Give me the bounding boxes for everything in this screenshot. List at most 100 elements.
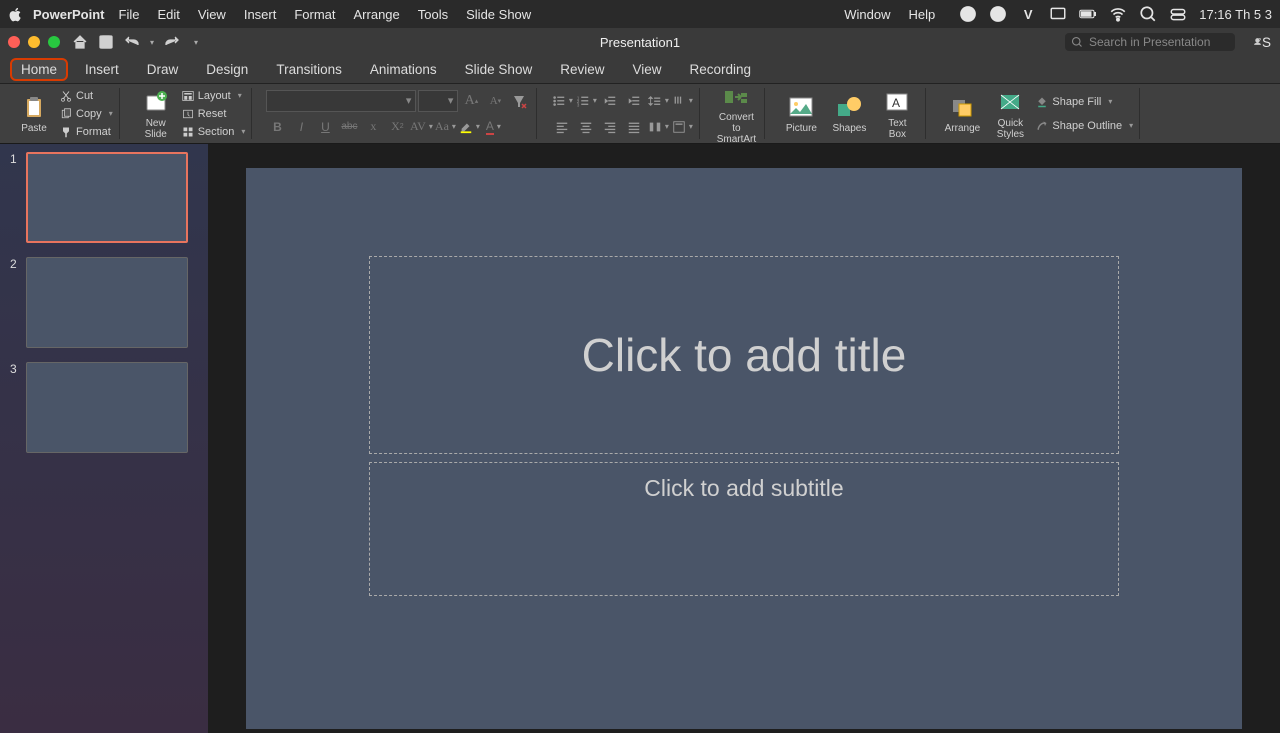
control-center-icon[interactable] [1169, 5, 1187, 23]
change-case-icon[interactable]: Aa [434, 116, 456, 138]
align-left-icon[interactable] [551, 116, 573, 138]
menu-help[interactable]: Help [908, 7, 935, 22]
menu-arrange[interactable]: Arrange [354, 7, 400, 22]
maximize-window-button[interactable] [48, 36, 60, 48]
quick-styles-button[interactable]: Quick Styles [988, 88, 1032, 140]
convert-smartart-button[interactable]: Convert to SmartArt [714, 82, 758, 145]
wifi-icon[interactable] [1109, 5, 1127, 23]
content-area: 1 2 3 Click to add title Click to add su… [0, 144, 1280, 733]
slide-thumb[interactable] [26, 257, 188, 348]
tab-slideshow[interactable]: Slide Show [454, 58, 544, 81]
increase-font-icon[interactable]: A▴ [460, 90, 482, 112]
thumbnail-3[interactable]: 3 [10, 362, 198, 453]
qat-customize-icon[interactable]: ▾ [194, 38, 198, 47]
copy-button[interactable]: Copy [60, 106, 113, 122]
tab-recording[interactable]: Recording [679, 58, 763, 81]
layout-button[interactable]: Layout [182, 88, 246, 104]
menubar-clock[interactable]: 17:16 Th 5 3 [1199, 7, 1272, 22]
font-size-dropdown[interactable]: ▾ [418, 90, 458, 112]
increase-indent-icon[interactable] [623, 90, 645, 112]
close-window-button[interactable] [8, 36, 20, 48]
format-painter-button[interactable]: Format [60, 124, 113, 140]
decrease-font-icon[interactable]: A▾ [484, 90, 506, 112]
app-name[interactable]: PowerPoint [33, 7, 105, 22]
subscript-icon[interactable]: X2 [386, 116, 408, 138]
thumbnail-1[interactable]: 1 [10, 152, 198, 243]
italic-icon[interactable]: I [290, 116, 312, 138]
tab-insert[interactable]: Insert [74, 58, 130, 81]
menu-window[interactable]: Window [844, 7, 890, 22]
search-icon[interactable] [1139, 5, 1157, 23]
menu-view[interactable]: View [198, 7, 226, 22]
paragraph-group: 123 [545, 88, 700, 139]
arrange-button[interactable]: Arrange [940, 93, 984, 134]
status-screen-icon[interactable] [1049, 5, 1067, 23]
menu-slideshow[interactable]: Slide Show [466, 7, 531, 22]
slide-thumb[interactable] [26, 362, 188, 453]
slide-thumbnail-pane[interactable]: 1 2 3 [0, 144, 208, 733]
clear-format2-icon[interactable]: x [362, 116, 384, 138]
apple-logo-icon[interactable] [8, 7, 23, 22]
clear-formatting-icon[interactable] [508, 90, 530, 112]
picture-button[interactable]: Picture [779, 93, 823, 134]
slide-canvas-area[interactable]: Click to add title Click to add subtitle [208, 144, 1280, 733]
align-text-icon[interactable] [671, 116, 693, 138]
numbering-icon[interactable]: 123 [575, 90, 597, 112]
menu-file[interactable]: File [119, 7, 140, 22]
slide-canvas[interactable]: Click to add title Click to add subtitle [246, 168, 1242, 729]
justify-icon[interactable] [623, 116, 645, 138]
reset-button[interactable]: Reset [182, 106, 246, 122]
underline-icon[interactable]: U [314, 116, 336, 138]
tab-animations[interactable]: Animations [359, 58, 448, 81]
save-icon[interactable] [98, 34, 114, 50]
subtitle-placeholder[interactable]: Click to add subtitle [369, 462, 1119, 596]
title-placeholder[interactable]: Click to add title [369, 256, 1119, 454]
slides-group: New Slide Layout Reset Section [128, 88, 253, 139]
share-button[interactable]: S [1243, 35, 1272, 50]
section-button[interactable]: Section [182, 124, 246, 140]
tab-home[interactable]: Home [10, 58, 68, 81]
shapes-button[interactable]: Shapes [827, 93, 871, 134]
status-app1-icon[interactable] [959, 5, 977, 23]
thumbnail-2[interactable]: 2 [10, 257, 198, 348]
tab-design[interactable]: Design [195, 58, 259, 81]
slide-thumb[interactable] [26, 152, 188, 243]
shape-outline-button[interactable]: Shape Outline [1036, 118, 1133, 134]
status-letter-icon[interactable]: V [1019, 5, 1037, 23]
decrease-indent-icon[interactable] [599, 90, 621, 112]
strikethrough-icon[interactable]: abc [338, 116, 360, 138]
undo-icon[interactable] [124, 34, 140, 50]
paste-button[interactable]: Paste [12, 93, 56, 134]
align-right-icon[interactable] [599, 116, 621, 138]
bold-icon[interactable]: B [266, 116, 288, 138]
menu-format[interactable]: Format [294, 7, 335, 22]
menu-edit[interactable]: Edit [157, 7, 179, 22]
highlight-icon[interactable] [458, 116, 480, 138]
new-slide-button[interactable]: New Slide [134, 88, 178, 140]
tab-draw[interactable]: Draw [136, 58, 190, 81]
tab-view[interactable]: View [621, 58, 672, 81]
minimize-window-button[interactable] [28, 36, 40, 48]
battery-icon[interactable] [1079, 5, 1097, 23]
bullets-icon[interactable] [551, 90, 573, 112]
text-direction-icon[interactable] [671, 90, 693, 112]
document-title: Presentation1 [600, 35, 680, 50]
status-app2-icon[interactable] [989, 5, 1007, 23]
char-spacing-icon[interactable]: AV [410, 116, 432, 138]
shape-fill-button[interactable]: Shape Fill [1036, 94, 1133, 110]
cut-button[interactable]: Cut [60, 88, 113, 104]
tab-transitions[interactable]: Transitions [265, 58, 353, 81]
font-family-dropdown[interactable]: ▾ [266, 90, 416, 112]
columns-icon[interactable] [647, 116, 669, 138]
line-spacing-icon[interactable] [647, 90, 669, 112]
align-center-icon[interactable] [575, 116, 597, 138]
undo-dropdown-icon[interactable]: ▾ [150, 38, 154, 47]
menu-insert[interactable]: Insert [244, 7, 277, 22]
font-color-icon[interactable]: A [482, 116, 504, 138]
tab-review[interactable]: Review [549, 58, 615, 81]
redo-icon[interactable] [164, 34, 180, 50]
home-icon[interactable] [72, 34, 88, 50]
menu-tools[interactable]: Tools [418, 7, 448, 22]
textbox-button[interactable]: A Text Box [875, 88, 919, 140]
search-input[interactable]: Search in Presentation [1065, 33, 1235, 51]
